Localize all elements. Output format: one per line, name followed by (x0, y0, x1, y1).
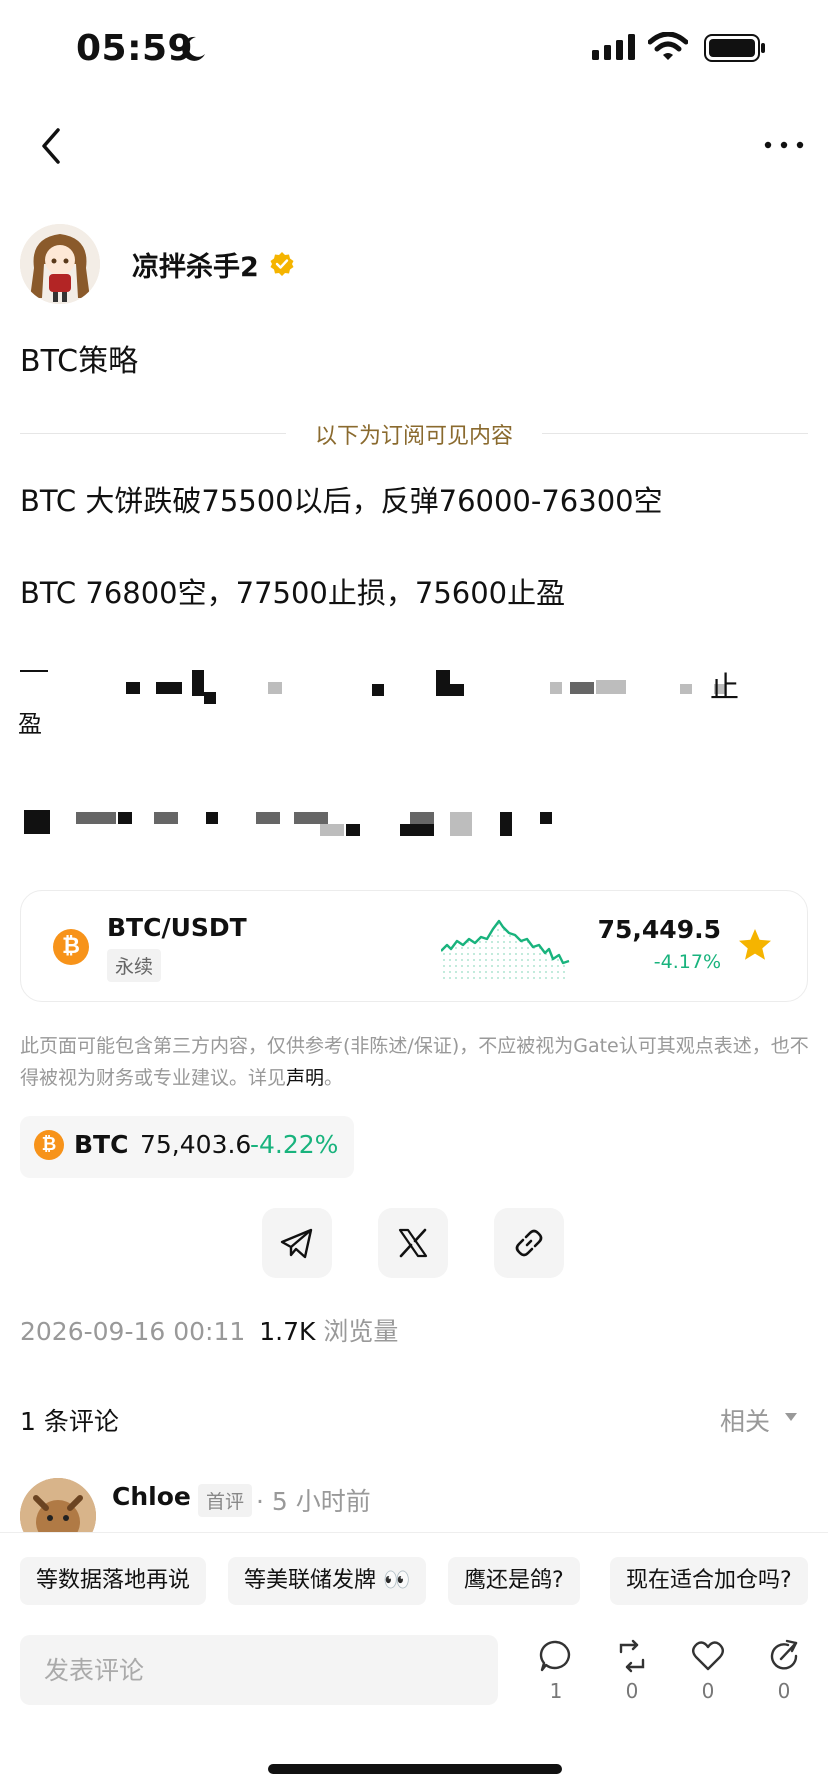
blurred-content-1: 止 (20, 664, 800, 704)
quick-reply-1[interactable]: 等数据落地再说 (20, 1557, 207, 1605)
quick-reply-4[interactable]: 现在适合加仓吗? (610, 1557, 808, 1605)
author-row[interactable]: 凉拌杀手2 (20, 224, 295, 304)
back-arrow-icon[interactable] (34, 124, 74, 168)
repost-icon (619, 1639, 645, 1673)
coin-chip-change: -4.22% (250, 1130, 339, 1159)
comment-icon (539, 1640, 571, 1672)
ticker-change: -4.17% (653, 951, 721, 973)
post-line-1: BTC 大饼跌破75500以后，反弹76000-76300空 (20, 484, 663, 518)
verified-badge-icon (270, 252, 294, 276)
like-action[interactable]: 0 (688, 1639, 728, 1703)
coin-chip-price: 75,403.6 (140, 1130, 252, 1159)
status-time: 05:59 (76, 28, 194, 69)
comment-time: · 5 小时前 (256, 1487, 371, 1516)
repost-count: 0 (625, 1679, 639, 1703)
view-label: 浏览量 (323, 1317, 399, 1346)
coin-chip-symbol: BTC (74, 1130, 129, 1159)
share-x-button[interactable] (378, 1208, 448, 1278)
favorite-star-icon[interactable] (737, 927, 773, 963)
disclaimer: 此页面可能包含第三方内容，仅供参考(非陈述/保证)，不应被视为Gate认可其观点… (20, 1030, 810, 1094)
comment-input[interactable] (20, 1635, 498, 1705)
telegram-icon (280, 1228, 313, 1259)
comments-count: 1 条评论 (20, 1407, 119, 1436)
share-count: 0 (777, 1679, 791, 1703)
more-options-icon[interactable] (760, 130, 810, 160)
copy-link-button[interactable] (494, 1208, 564, 1278)
like-count: 0 (701, 1679, 715, 1703)
commenter-name[interactable]: Chloe (112, 1482, 191, 1511)
post-line-2: BTC 76800空，77500止损，75600止盈 (20, 576, 566, 610)
blurred-content-2: 盈 (18, 708, 800, 748)
disclaimer-text: 此页面可能包含第三方内容，仅供参考(非陈述/保证)，不应被视为Gate认可其观点… (20, 1035, 809, 1089)
author-name[interactable]: 凉拌杀手2 (132, 245, 259, 284)
post-title: BTC策略 (20, 344, 139, 379)
x-icon (398, 1228, 428, 1258)
subscriber-divider: 以下为订阅可见内容 (20, 418, 808, 449)
repost-action[interactable]: 0 (612, 1639, 652, 1703)
ticker-card[interactable]: ₿ BTC/USDT 永续 75,449.5 -4.17% (20, 890, 808, 1002)
view-count: 1.7K (259, 1317, 316, 1346)
status-bar: 05:59 (0, 0, 828, 100)
first-comment-tag: 首评 (198, 1484, 253, 1517)
ticker-pair: BTC/USDT (107, 913, 247, 942)
battery-icon (704, 34, 765, 62)
quick-reply-2[interactable]: 等美联储发牌 👀 (228, 1557, 427, 1605)
price-sparkline (441, 919, 570, 979)
comment-count: 1 (549, 1679, 563, 1703)
share-telegram-button[interactable] (262, 1208, 332, 1278)
avatar-illustration (20, 224, 100, 304)
share-icon (770, 1639, 798, 1670)
like-icon (692, 1641, 724, 1671)
link-icon (515, 1229, 543, 1257)
author-avatar[interactable] (20, 224, 100, 304)
disclaimer-end: 。 (324, 1067, 344, 1089)
coin-chip[interactable]: ₿ BTC 75,403.6 -4.22% (20, 1116, 354, 1178)
quick-reply-3[interactable]: 鹰还是鸽? (448, 1557, 580, 1605)
blurred-content-3 (20, 800, 800, 840)
home-indicator[interactable] (268, 1764, 562, 1774)
comments-sort-button[interactable]: 相关 (720, 1402, 770, 1438)
btc-coin-icon: ₿ (53, 929, 89, 965)
disclaimer-link[interactable]: 声明 (286, 1067, 324, 1089)
blurred-tail-2: 盈 (18, 710, 42, 738)
ticker-price: 75,449.5 (597, 915, 721, 944)
btc-coin-icon: ₿ (34, 1130, 64, 1160)
caret-down-icon[interactable] (784, 1412, 798, 1422)
post-meta: 2026-09-16 00:11 1.7K 浏览量 (20, 1312, 398, 1348)
wifi-icon (648, 32, 688, 60)
subscriber-divider-text: 以下为订阅可见内容 (314, 424, 513, 449)
moon-icon (182, 36, 205, 61)
ticker-tag: 永续 (107, 949, 162, 982)
comment-action[interactable]: 1 (536, 1639, 576, 1703)
post-date: 2026-09-16 00:11 (20, 1317, 246, 1346)
comment-composer-panel: 等数据落地再说 等美联储发牌 👀 鹰还是鸽? 现在适合加仓吗? 1 0 0 0 (0, 1532, 828, 1792)
share-action[interactable]: 0 (764, 1639, 804, 1703)
cellular-signal-icon (592, 34, 635, 60)
blurred-tail-1: 止 (710, 670, 740, 704)
